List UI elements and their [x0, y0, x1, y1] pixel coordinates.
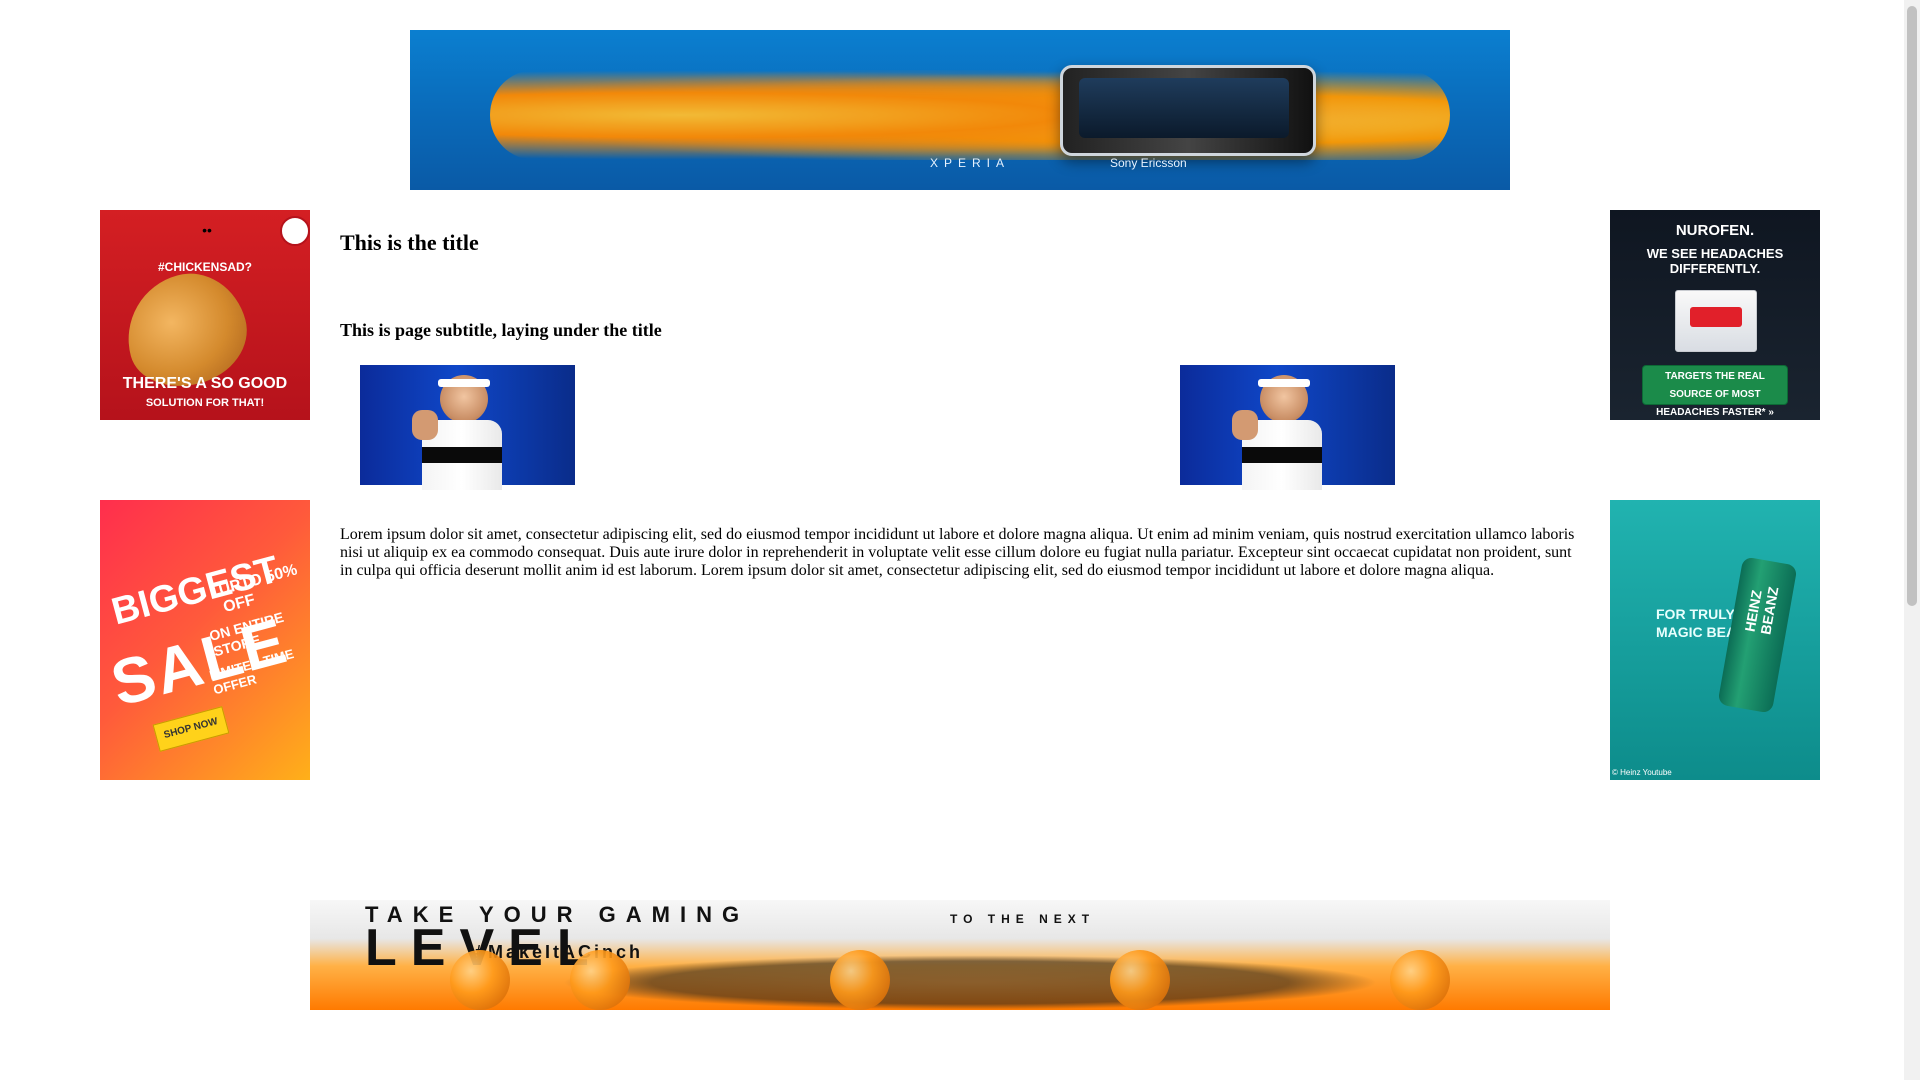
kfc-line-2: SOLUTION FOR THAT!: [145, 397, 265, 409]
nurofen-title: NUROFEN.: [1675, 222, 1755, 239]
controller-graphic: [560, 955, 1380, 1010]
sale-ad[interactable]: BIGGEST SALE UPTO 50% OFF ON ENTIRE STOR…: [100, 500, 310, 780]
heinz-credit: © Heinz Youtube: [1612, 768, 1672, 777]
orange-orb: [830, 950, 890, 1010]
player-fist: [412, 410, 438, 440]
orange-orb: [570, 950, 630, 1010]
orange-orb: [450, 950, 510, 1010]
tennis-player-image-left: [360, 365, 575, 490]
nurofen-product-label: [1690, 307, 1742, 327]
nurofen-subtitle: WE SEE HEADACHES DIFFERENTLY.: [1646, 246, 1784, 276]
player-shirt-stripe: [1242, 447, 1322, 463]
phone-image: [1060, 65, 1316, 156]
orange-orb: [1390, 950, 1450, 1010]
body-text: Lorem ipsum dolor sit amet, consectetur …: [340, 526, 1575, 579]
bean-can-image: HEINZ BEANZ: [1717, 556, 1798, 714]
top-banner-brand: XPERIA: [930, 156, 1011, 170]
page-title: This is the title: [340, 230, 479, 255]
shop-now-button[interactable]: SHOP NOW: [152, 706, 230, 752]
heinz-ad[interactable]: FOR TRULY MAGIC BEANS HEINZ BEANZ © Hein…: [1610, 500, 1820, 780]
bottom-banner-ad[interactable]: TAKE YOUR GAMING TO THE NEXT LEVEL #Make…: [310, 900, 1610, 1010]
page-subtitle: This is page subtitle, laying under the …: [340, 320, 662, 340]
nurofen-cta-button[interactable]: TARGETS THE REAL SOURCE OF MOST HEADACHE…: [1642, 365, 1788, 418]
player-headband: [438, 379, 490, 387]
vertical-scrollbar-thumb[interactable]: [1907, 6, 1917, 606]
kfc-logo-icon: [280, 216, 310, 246]
gaming-to-the-next: TO THE NEXT: [950, 912, 1096, 926]
player-headband: [1258, 379, 1310, 387]
top-banner-ad[interactable]: XPERIA Sony Ericsson: [410, 30, 1510, 190]
heinz-can-text: HEINZ BEANZ: [1741, 585, 1782, 636]
kfc-hashtag: #CHICKENSAD?: [157, 260, 252, 274]
sad-face-icon: ••: [202, 222, 212, 238]
player-shirt-stripe: [422, 447, 502, 463]
nurofen-product-box: [1675, 290, 1757, 352]
player-fist: [1232, 410, 1258, 440]
nurofen-ad[interactable]: NUROFEN. WE SEE HEADACHES DIFFERENTLY. T…: [1610, 210, 1820, 420]
kfc-ad[interactable]: •• #CHICKENSAD? THERE'S A SO GOOD SOLUTI…: [100, 210, 310, 420]
tennis-player-image-right: [1180, 365, 1395, 490]
kfc-line-1: THERE'S A SO GOOD: [122, 375, 288, 392]
phone-screen: [1079, 78, 1289, 138]
orange-orb: [1110, 950, 1170, 1010]
top-banner-brand-2: Sony Ericsson: [1110, 156, 1187, 170]
